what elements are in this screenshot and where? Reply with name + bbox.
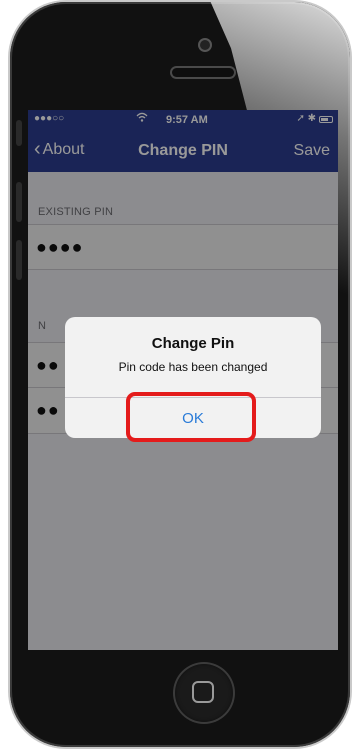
alert-message: Pin code has been changed bbox=[118, 360, 268, 374]
phone-screen: ●●●○○ 9:57 AM ➚ ✱ ‹ About Change PIN Save… bbox=[28, 110, 338, 650]
volume-up-button bbox=[16, 182, 22, 222]
mute-switch bbox=[16, 120, 22, 146]
home-square-icon bbox=[192, 681, 214, 703]
home-button[interactable] bbox=[173, 662, 235, 724]
earpiece-speaker bbox=[172, 68, 234, 77]
volume-down-button bbox=[16, 240, 22, 280]
front-camera bbox=[200, 40, 210, 50]
ok-highlight-box bbox=[126, 392, 256, 442]
alert-title: Change Pin bbox=[151, 335, 235, 352]
